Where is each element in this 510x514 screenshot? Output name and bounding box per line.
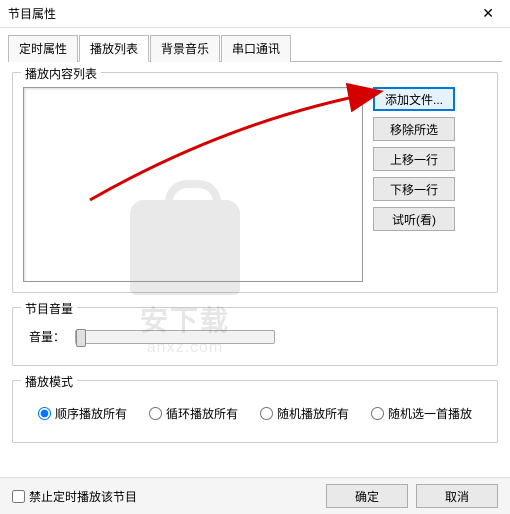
volume-slider[interactable] — [75, 330, 275, 344]
group-label: 节目音量 — [21, 300, 77, 317]
playmode-group: 播放模式 顺序播放所有 循环播放所有 随机播放所有 随机选一首播放 — [12, 380, 498, 443]
close-icon[interactable]: ✕ — [472, 3, 504, 24]
volume-group: 节目音量 音量： — [12, 307, 498, 366]
title-bar: 节目属性 ✕ — [0, 0, 510, 28]
checkbox-label: 禁止定时播放该节目 — [29, 488, 137, 505]
button-column: 添加文件... 移除所选 上移一行 下移一行 试听(看) — [373, 87, 455, 282]
radio-label: 顺序播放所有 — [55, 405, 127, 422]
tab-label: 串口通讯 — [232, 42, 280, 56]
button-label: 取消 — [445, 488, 469, 505]
ok-button[interactable]: 确定 — [326, 484, 408, 508]
tab-playlist[interactable]: 播放列表 — [79, 35, 149, 62]
slider-thumb[interactable] — [76, 329, 86, 347]
checkbox-input[interactable] — [12, 490, 25, 503]
disable-timer-checkbox[interactable]: 禁止定时播放该节目 — [12, 488, 137, 505]
radio-loop[interactable]: 循环播放所有 — [149, 405, 238, 422]
tab-label: 播放列表 — [90, 42, 138, 56]
cancel-button[interactable]: 取消 — [416, 484, 498, 508]
group-label: 播放内容列表 — [21, 65, 101, 82]
tab-serial[interactable]: 串口通讯 — [221, 35, 291, 62]
button-label: 确定 — [355, 488, 379, 505]
move-down-button[interactable]: 下移一行 — [373, 177, 455, 201]
radio-label: 随机播放所有 — [277, 405, 349, 422]
radio-random-one[interactable]: 随机选一首播放 — [371, 405, 472, 422]
playlist-listbox[interactable] — [23, 87, 363, 282]
radio-input[interactable] — [149, 407, 162, 420]
preview-button[interactable]: 试听(看) — [373, 207, 455, 231]
radio-random-all[interactable]: 随机播放所有 — [260, 405, 349, 422]
radio-input[interactable] — [260, 407, 273, 420]
radio-label: 循环播放所有 — [166, 405, 238, 422]
button-label: 移除所选 — [390, 121, 438, 138]
window-title: 节目属性 — [8, 5, 56, 22]
volume-label: 音量： — [29, 328, 65, 345]
group-label: 播放模式 — [21, 373, 77, 390]
tab-label: 背景音乐 — [161, 42, 209, 56]
playlist-group: 播放内容列表 添加文件... 移除所选 上移一行 下移一行 试听(看) — [12, 72, 498, 293]
button-label: 添加文件... — [385, 91, 443, 108]
radio-sequential[interactable]: 顺序播放所有 — [38, 405, 127, 422]
button-label: 上移一行 — [390, 151, 438, 168]
move-up-button[interactable]: 上移一行 — [373, 147, 455, 171]
button-label: 下移一行 — [390, 181, 438, 198]
radio-input[interactable] — [371, 407, 384, 420]
tab-bgm[interactable]: 背景音乐 — [150, 35, 220, 62]
footer-bar: 禁止定时播放该节目 确定 取消 — [0, 477, 510, 514]
tab-label: 定时属性 — [19, 42, 67, 56]
button-label: 试听(看) — [392, 211, 436, 228]
add-file-button[interactable]: 添加文件... — [373, 87, 455, 111]
content-area: 播放内容列表 添加文件... 移除所选 上移一行 下移一行 试听(看) 节目音量… — [0, 62, 510, 467]
tab-timer[interactable]: 定时属性 — [8, 35, 78, 62]
radio-input[interactable] — [38, 407, 51, 420]
radio-label: 随机选一首播放 — [388, 405, 472, 422]
remove-selected-button[interactable]: 移除所选 — [373, 117, 455, 141]
tab-strip: 定时属性 播放列表 背景音乐 串口通讯 — [8, 34, 502, 62]
